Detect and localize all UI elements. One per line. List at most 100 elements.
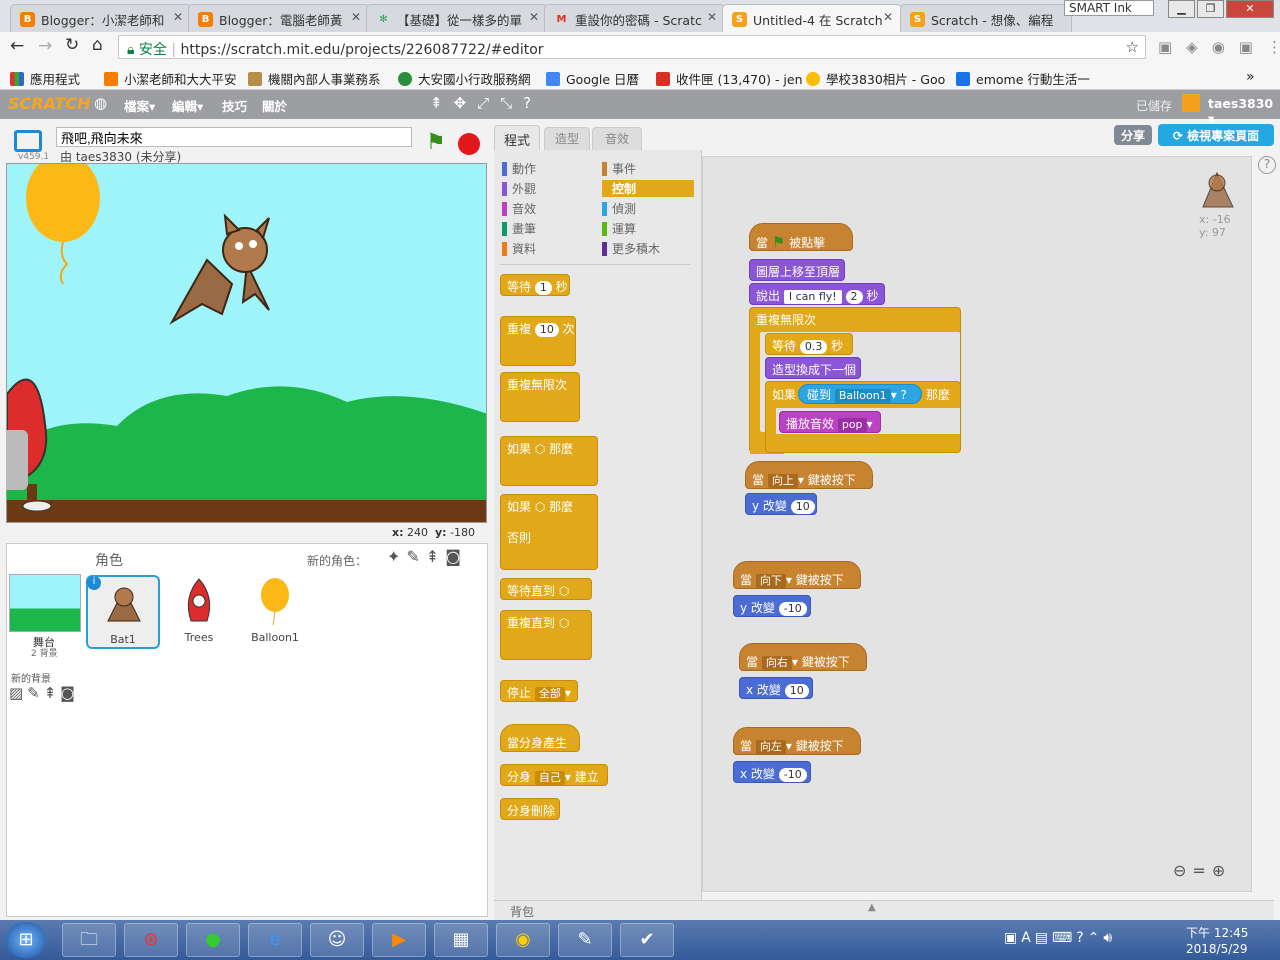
category-control-selected[interactable]: 控制 bbox=[602, 180, 694, 197]
stage-canvas[interactable] bbox=[6, 163, 487, 523]
green-flag-icon[interactable]: ⚑ bbox=[426, 130, 446, 155]
app-icon[interactable]: ▦ bbox=[434, 923, 488, 957]
when-up-key-pressed-hat[interactable]: 當 向上 ▾ 鍵被按下 bbox=[745, 461, 873, 489]
forward-icon[interactable]: → bbox=[38, 36, 52, 56]
maximize-button[interactable]: ❐ bbox=[1197, 0, 1224, 18]
palette-wait-block[interactable]: 等待 1 秒 bbox=[500, 274, 570, 296]
bookmark-item[interactable]: 學校3830相片 - Goo bbox=[806, 69, 945, 88]
play-sound-block[interactable]: 播放音效 pop ▾ bbox=[779, 411, 881, 433]
media-icon[interactable]: ▶ bbox=[372, 923, 426, 957]
change-x-block[interactable]: x 改變 -10 bbox=[733, 761, 811, 783]
bat-sprite[interactable] bbox=[169, 213, 270, 325]
minimize-button[interactable]: ▁ bbox=[1168, 0, 1195, 18]
expand-arrow-icon[interactable]: ▲ bbox=[868, 902, 876, 913]
line-icon[interactable]: ● bbox=[186, 923, 240, 957]
share-button[interactable]: 分享 bbox=[1114, 125, 1152, 145]
help-icon[interactable]: ? bbox=[1258, 156, 1276, 174]
stage-thumbnail[interactable] bbox=[9, 574, 81, 632]
palette-delete-clone-block[interactable]: 分身刪除 bbox=[500, 798, 560, 820]
more-bookmarks-icon[interactable]: » bbox=[1246, 69, 1255, 85]
scripts-area[interactable]: x: -16 y: 97 當 ⚑ 被點擊 圖層上移至頂層 說出 I can fl… bbox=[702, 156, 1252, 892]
menu-file[interactable]: 檔案▾ bbox=[124, 96, 155, 115]
tab-costumes[interactable]: 造型 bbox=[544, 127, 590, 151]
touching-sensing-block[interactable]: 碰到 Balloon1 ▾ ? bbox=[798, 384, 922, 404]
palette-clone-start-hat[interactable]: 當分身產生 bbox=[500, 724, 580, 752]
ie-icon[interactable]: e bbox=[248, 923, 302, 957]
close-tab-icon[interactable]: ✕ bbox=[529, 10, 539, 24]
browser-tab-3[interactable]: ✻ 【基礎】從一樣多的單 ✕ bbox=[366, 4, 548, 32]
browser-tab-6[interactable]: S Scratch - 想像、編程 bbox=[900, 4, 1072, 32]
category-sound[interactable]: 音效 bbox=[502, 200, 536, 217]
menu-about[interactable]: 關於 bbox=[262, 96, 287, 115]
balloon-sprite[interactable] bbox=[26, 164, 100, 242]
change-y-block[interactable]: y 改變 10 bbox=[745, 493, 817, 515]
close-window-button[interactable]: ✕ bbox=[1226, 0, 1274, 18]
app-icon[interactable]: ☺ bbox=[310, 923, 364, 957]
scratch-logo[interactable]: SCRATCH bbox=[8, 94, 90, 113]
palette-wait-until-block[interactable]: 等待直到 ⬡ bbox=[500, 578, 592, 600]
home-icon[interactable]: ⌂ bbox=[92, 35, 103, 55]
new-backdrop-icons[interactable]: ▨✎⇞◙ bbox=[9, 684, 79, 702]
close-tab-icon[interactable]: ✕ bbox=[883, 10, 893, 24]
palette-forever-block[interactable]: 重複無限次 bbox=[500, 372, 580, 422]
zoom-controls[interactable]: ⊖=⊕ bbox=[1173, 861, 1231, 880]
go-to-front-block[interactable]: 圖層上移至頂層 bbox=[749, 259, 845, 281]
change-y-block[interactable]: y 改變 -10 bbox=[733, 595, 811, 617]
category-looks[interactable]: 外觀 bbox=[502, 180, 536, 197]
bookmark-item[interactable]: 機關內部人事業務系 bbox=[248, 69, 381, 88]
palette-if-block[interactable]: 如果 ⬡ 那麼 bbox=[500, 436, 598, 486]
when-left-key-pressed-hat[interactable]: 當 向左 ▾ 鍵被按下 bbox=[733, 727, 861, 755]
extension-icons[interactable]: ▣◈◉▣⋮ bbox=[1158, 38, 1280, 58]
fullscreen-icon[interactable] bbox=[14, 130, 42, 152]
category-motion[interactable]: 動作 bbox=[502, 160, 536, 177]
user-menu[interactable]: taes3830 ▾ bbox=[1208, 96, 1280, 126]
wait-secs-block[interactable]: 等待 0.3 秒 bbox=[765, 333, 853, 355]
bookmark-apps[interactable]: 應用程式 bbox=[10, 69, 80, 88]
chrome-icon[interactable]: ◉ bbox=[496, 923, 550, 957]
backpack-bar[interactable]: 背包 ▲ bbox=[494, 900, 1274, 920]
see-project-page-button[interactable]: ⟳ 檢視專案頁面 bbox=[1158, 124, 1274, 146]
edit-tools-icons[interactable]: ⇞✥⤢⤡? bbox=[430, 94, 542, 112]
browser-tab-1[interactable]: B Blogger：小潔老師和 ✕ bbox=[10, 4, 192, 32]
menu-tips[interactable]: 技巧 bbox=[222, 96, 247, 115]
stop-icon[interactable] bbox=[458, 133, 480, 155]
bookmark-item[interactable]: Google 日曆 bbox=[546, 69, 639, 88]
category-more-blocks[interactable]: 更多積木 bbox=[602, 240, 660, 257]
star-icon[interactable]: ☆ bbox=[1126, 38, 1139, 56]
url-input[interactable]: 🔒︎ 安全 | https://scratch.mit.edu/projects… bbox=[118, 35, 1146, 59]
reload-icon[interactable]: ↻ bbox=[65, 35, 79, 55]
smart-ink-label[interactable]: SMART Ink bbox=[1064, 0, 1154, 16]
language-globe-icon[interactable]: ◍ bbox=[94, 94, 107, 112]
bookmark-item[interactable]: 小潔老師和大大平安 bbox=[104, 69, 237, 88]
bookmark-item[interactable]: 收件匣 (13,470) - jen bbox=[656, 69, 803, 88]
menu-edit[interactable]: 編輯▾ bbox=[172, 96, 203, 115]
back-icon[interactable]: ← bbox=[10, 36, 24, 56]
when-flag-clicked-hat[interactable]: 當 ⚑ 被點擊 bbox=[749, 223, 853, 251]
category-pen[interactable]: 畫筆 bbox=[502, 220, 536, 237]
bookmark-item[interactable]: 大安國小行政服務網 bbox=[398, 69, 531, 88]
info-icon[interactable]: i bbox=[87, 576, 101, 590]
browser-tab-2[interactable]: B Blogger：電腦老師黃 ✕ bbox=[188, 4, 370, 32]
browser-tab-4[interactable]: M 重設你的密碼 - Scratc ✕ bbox=[544, 4, 726, 32]
palette-stop-block[interactable]: 停止 全部 ▾ bbox=[500, 680, 578, 702]
say-for-secs-block[interactable]: 說出 I can fly! 2 秒 bbox=[749, 283, 885, 305]
file-explorer-icon[interactable]: 🗀︎ bbox=[62, 923, 116, 957]
new-sprite-icons[interactable]: ✦✎⇞◙ bbox=[387, 547, 467, 566]
close-tab-icon[interactable]: ✕ bbox=[351, 10, 361, 24]
close-tab-icon[interactable]: ✕ bbox=[707, 10, 717, 24]
start-button[interactable]: ⊞ bbox=[6, 922, 46, 958]
smart-notebook-icon[interactable]: ✔ bbox=[620, 923, 674, 957]
avatar[interactable] bbox=[1182, 94, 1200, 112]
next-costume-block[interactable]: 造型換成下一個 bbox=[765, 357, 861, 379]
paint-icon[interactable]: ✎ bbox=[558, 923, 612, 957]
palette-repeat-block[interactable]: 重複 10 次 bbox=[500, 316, 576, 366]
sprite-tile-balloon1[interactable]: Balloon1 bbox=[239, 575, 311, 647]
palette-if-else-block[interactable]: 如果 ⬡ 那麼 否則 bbox=[500, 494, 598, 570]
browser-tab-5-active[interactable]: S Untitled-4 在 Scratch ✕ bbox=[722, 4, 902, 32]
close-tab-icon[interactable]: ✕ bbox=[173, 10, 183, 24]
category-data[interactable]: 資料 bbox=[502, 240, 536, 257]
category-operators[interactable]: 運算 bbox=[602, 220, 636, 237]
palette-create-clone-block[interactable]: 分身 自己 ▾ 建立 bbox=[500, 764, 608, 786]
category-events[interactable]: 事件 bbox=[602, 160, 636, 177]
palette-repeat-until-block[interactable]: 重複直到 ⬡ bbox=[500, 610, 592, 660]
